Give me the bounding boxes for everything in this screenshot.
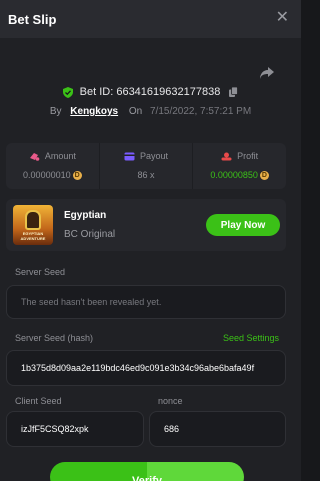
amount-value-row: 0.00000010 D: [6, 170, 99, 180]
bet-id-label: Bet ID:: [79, 86, 114, 99]
server-seed-label: Server Seed: [15, 267, 66, 277]
payout-label: Payout: [139, 151, 169, 161]
server-seed-field[interactable]: The seed hasn't been revealed yet.: [6, 285, 286, 319]
nonce-field[interactable]: 686: [149, 411, 286, 447]
nonce-label: nonce: [158, 396, 183, 406]
amount-label: Amount: [44, 151, 76, 161]
bet-id-row: Bet ID: 66341619632177838: [0, 86, 301, 98]
payout-stat: Payout 86 x: [100, 143, 194, 189]
on-label: On: [128, 106, 143, 117]
bet-date: 7/15/2022, 7:57:21 PM: [149, 106, 252, 117]
profit-value: 0.00000850: [210, 170, 258, 180]
profit-value-row: 0.00000850 D: [193, 170, 286, 180]
coin-icon: D: [259, 170, 269, 180]
server-seed-hash-label: Server Seed (hash): [15, 333, 94, 343]
payout-value-row: 86 x: [100, 170, 193, 180]
close-icon[interactable]: ✕: [276, 10, 289, 26]
shield-icon: [62, 86, 73, 98]
amount-stat: Amount 0.00000010 D: [6, 143, 100, 189]
server-seed-hash-field[interactable]: 1b375d8d09aa2e119bdc46ed9c091e3b34c96abe…: [6, 350, 286, 386]
client-seed-field[interactable]: izJfF5CSQ82xpk: [6, 411, 144, 447]
game-name: Egyptian: [64, 210, 107, 221]
client-seed-label: Client Seed: [15, 396, 62, 406]
bet-stats: Amount 0.00000010 D Payout 86 x Profit 0…: [6, 143, 286, 189]
pharaoh-icon: [25, 210, 41, 230]
seed-settings-link[interactable]: Seed Settings: [223, 333, 279, 343]
copy-icon[interactable]: [229, 87, 239, 98]
scrollbar[interactable]: [295, 40, 299, 478]
game-thumbnail-caption: EGYPTIAN ADVENTURE: [20, 231, 46, 241]
coin-icon: D: [72, 170, 82, 180]
profit-stat: Profit 0.00000850 D: [193, 143, 286, 189]
bet-slip-panel: Bet Slip ✕ Bet ID: 66341619632177838 By …: [0, 0, 301, 481]
panel-header: Bet Slip ✕: [0, 0, 301, 38]
bet-meta-row: By Kengkoys On 7/15/2022, 7:57:21 PM: [0, 106, 301, 117]
verify-button[interactable]: Verify: [50, 462, 244, 481]
payout-label-row: Payout: [100, 151, 193, 161]
play-now-button[interactable]: Play Now: [206, 214, 280, 236]
amount-icon: [29, 152, 40, 161]
profit-icon: [221, 152, 232, 160]
share-icon[interactable]: [259, 66, 275, 80]
game-thumbnail[interactable]: EGYPTIAN ADVENTURE: [13, 205, 53, 245]
payout-icon: [124, 152, 135, 160]
profit-label-row: Profit: [193, 151, 286, 161]
amount-value: 0.00000010: [23, 170, 71, 180]
panel-title: Bet Slip: [8, 11, 57, 27]
payout-value: 86 x: [137, 170, 155, 180]
amount-label-row: Amount: [6, 151, 99, 161]
username-link[interactable]: Kengkoys: [70, 106, 118, 117]
game-card: EGYPTIAN ADVENTURE Egyptian BC Original …: [6, 199, 286, 251]
bet-id-value: 66341619632177838: [116, 86, 221, 99]
game-provider: BC Original: [64, 229, 116, 240]
by-label: By: [49, 106, 62, 117]
profit-label: Profit: [237, 151, 259, 161]
